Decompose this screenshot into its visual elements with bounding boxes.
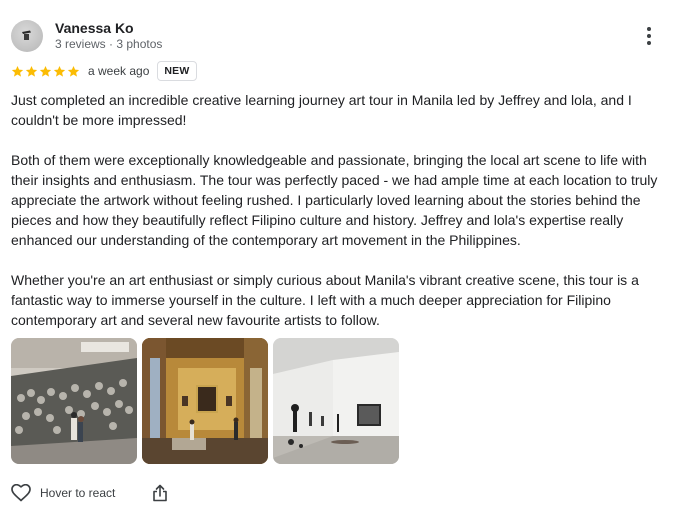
star-icon	[25, 65, 38, 77]
star-icon	[11, 65, 24, 77]
review-paragraph: Whether you're an art enthusiast or simp…	[11, 272, 639, 328]
review-actions: Hover to react	[11, 482, 168, 504]
more-options-dot-icon	[647, 27, 651, 31]
star-icon	[67, 65, 80, 77]
more-options-dot-icon	[647, 41, 651, 45]
reviewer-avatar[interactable]	[11, 20, 43, 52]
star-rating	[11, 65, 80, 78]
share-button[interactable]	[152, 484, 168, 502]
gallery-white-room-photo[interactable]	[273, 338, 399, 464]
reviewer-name[interactable]: Vanessa Ko	[55, 20, 134, 36]
more-options-dot-icon	[647, 34, 651, 38]
star-icon	[39, 65, 52, 77]
star-icon	[53, 65, 66, 77]
review-time: a week ago	[88, 64, 150, 78]
heart-icon	[11, 484, 31, 502]
gallery-mural-photo[interactable]	[11, 338, 137, 464]
reviewer-meta: 3 reviews · 3 photos	[55, 37, 163, 51]
share-icon	[153, 484, 168, 502]
react-label: Hover to react	[40, 486, 116, 500]
review-text: Just completed an incredible creative le…	[11, 90, 666, 330]
react-button[interactable]: Hover to react	[11, 484, 115, 502]
new-badge: NEW	[157, 61, 197, 81]
review-photos	[11, 338, 399, 464]
review-header: Vanessa Ko 3 reviews · 3 photos	[11, 19, 661, 53]
review-paragraph: Both of them were exceptionally knowledg…	[11, 152, 658, 248]
user-avatar-icon	[22, 30, 31, 40]
gallery-yellow-room-photo[interactable]	[142, 338, 268, 464]
more-options-button[interactable]	[637, 25, 661, 47]
review-paragraph: Just completed an incredible creative le…	[11, 92, 632, 128]
rating-row: a week ago NEW	[11, 61, 197, 81]
